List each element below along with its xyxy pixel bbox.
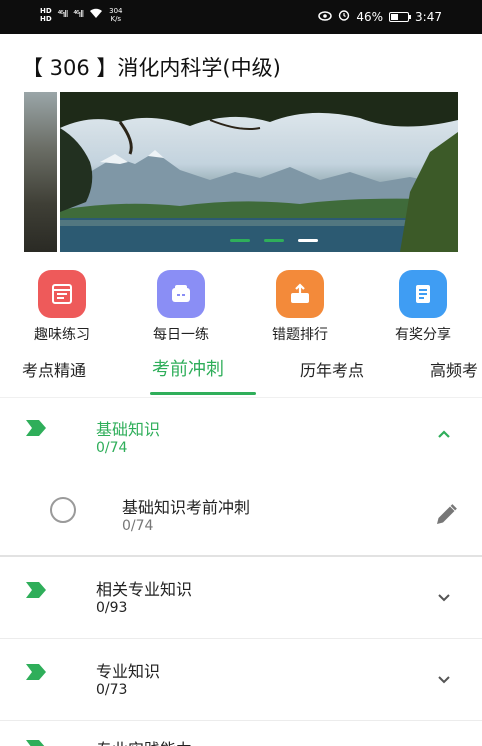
chevron-down-icon[interactable] bbox=[434, 587, 454, 607]
tab-divider bbox=[0, 397, 482, 398]
network-speed: 304 K/s bbox=[109, 7, 123, 23]
section-count: 0/93 bbox=[96, 600, 128, 616]
status-bar: HD HD ⁴⁶ıll ⁴⁶ıll 304 K/s 46% 3:47 bbox=[0, 0, 482, 34]
quick-action-label: 有奖分享 bbox=[395, 327, 451, 343]
status-left: HD HD ⁴⁶ıll ⁴⁶ıll 304 K/s bbox=[40, 7, 122, 23]
subsection-count: 0/74 bbox=[122, 518, 154, 534]
ranking-icon bbox=[276, 270, 324, 318]
carousel-dot-active[interactable] bbox=[298, 239, 318, 242]
chevron-up-icon[interactable] bbox=[434, 424, 454, 444]
quick-action-daily[interactable]: 每日一练 bbox=[131, 270, 231, 344]
battery-percent: 46% bbox=[356, 9, 384, 24]
subsection-title[interactable]: 基础知识考前冲刺 bbox=[122, 494, 250, 518]
status-right: 46% 3:47 bbox=[318, 9, 442, 24]
wifi-icon bbox=[89, 8, 103, 22]
section-count: 0/74 bbox=[96, 440, 128, 456]
flag-icon bbox=[26, 740, 46, 746]
practice-icon bbox=[38, 270, 86, 318]
hd-icon: HD HD bbox=[40, 7, 52, 23]
alarm-icon bbox=[338, 9, 350, 24]
eye-icon bbox=[318, 10, 333, 24]
flag-icon bbox=[26, 664, 46, 680]
tab-past-exams[interactable]: 历年考点 bbox=[300, 357, 364, 381]
section-title: 专业知识 bbox=[96, 662, 161, 681]
tab-key-points[interactable]: 考点精通 bbox=[22, 357, 86, 381]
divider bbox=[0, 638, 482, 639]
section-title: 基础知识 bbox=[96, 420, 161, 439]
divider bbox=[0, 555, 482, 557]
section-title: 专业实践能力 bbox=[96, 736, 192, 746]
tab-pre-exam-sprint[interactable]: 考前冲刺 bbox=[152, 355, 224, 381]
carousel-indicator bbox=[230, 239, 318, 242]
daily-icon bbox=[157, 270, 205, 318]
quick-action-label: 错题排行 bbox=[272, 327, 328, 343]
progress-circle-icon bbox=[50, 497, 76, 523]
quick-action-practice[interactable]: 趣味练习 bbox=[12, 270, 112, 344]
signal-icon: ⁴⁶ıll bbox=[73, 10, 84, 20]
pencil-icon[interactable] bbox=[433, 502, 459, 532]
section-related-knowledge[interactable]: 相关专业知识 0/93 bbox=[0, 570, 482, 632]
banner-image[interactable] bbox=[60, 92, 458, 252]
tab-active-indicator bbox=[150, 392, 256, 395]
page-title: 【 306 】消化内科学(中级) bbox=[22, 56, 281, 80]
carousel-dot[interactable] bbox=[264, 239, 284, 242]
flag-icon bbox=[26, 582, 46, 598]
section-title: 相关专业知识 bbox=[96, 580, 193, 599]
tab-high-frequency[interactable]: 高频考 bbox=[430, 357, 478, 381]
quick-action-label: 每日一练 bbox=[153, 327, 209, 343]
battery-icon bbox=[389, 11, 412, 22]
banner-carousel[interactable] bbox=[24, 92, 458, 252]
chevron-down-icon[interactable] bbox=[434, 669, 454, 689]
flag-icon bbox=[26, 420, 46, 436]
section-professional-knowledge[interactable]: 专业知识 0/73 bbox=[0, 652, 482, 714]
carousel-dot[interactable] bbox=[230, 239, 250, 242]
quick-action-ranking[interactable]: 错题排行 bbox=[250, 270, 350, 344]
section-practical-ability[interactable]: 专业实践能力 bbox=[0, 732, 482, 746]
quick-action-label: 趣味练习 bbox=[34, 327, 90, 343]
divider bbox=[0, 720, 482, 721]
share-icon bbox=[399, 270, 447, 318]
tab-bar: 考点精通 考前冲刺 历年考点 高频考 bbox=[0, 355, 482, 397]
banner-prev-slide[interactable] bbox=[24, 92, 57, 252]
section-count: 0/73 bbox=[96, 682, 128, 698]
clock: 3:47 bbox=[415, 9, 442, 24]
quick-action-share[interactable]: 有奖分享 bbox=[373, 270, 473, 344]
signal-icon: ⁴⁶ıll bbox=[57, 10, 69, 20]
section-basic-knowledge[interactable]: 基础知识 0/74 bbox=[0, 410, 482, 472]
